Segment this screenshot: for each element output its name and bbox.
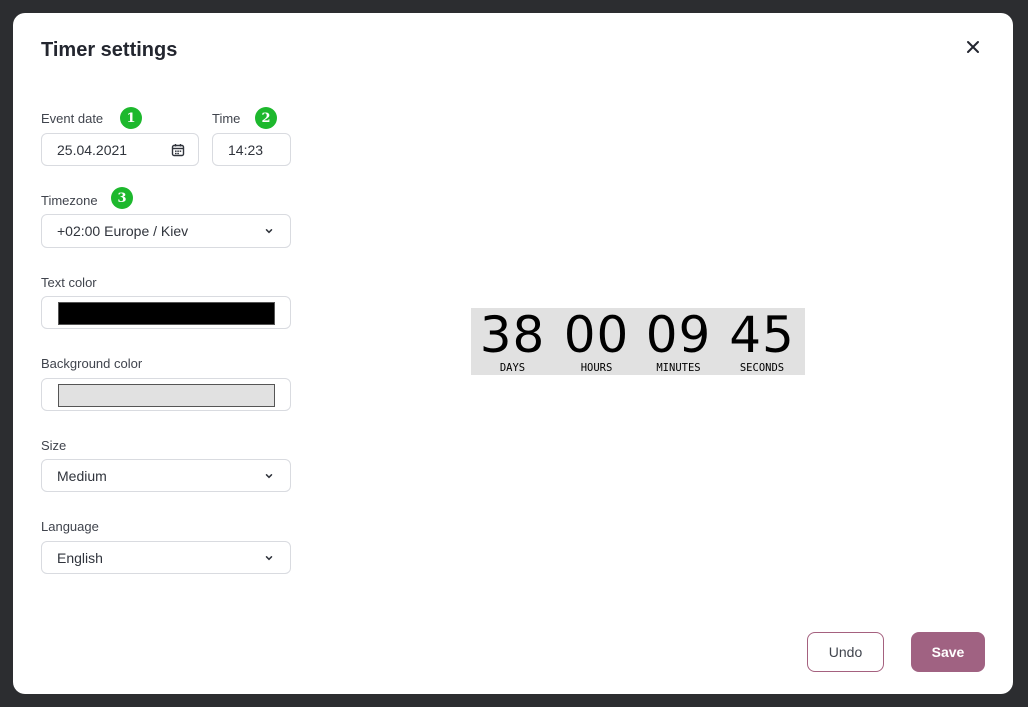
chevron-down-icon bbox=[265, 229, 273, 234]
timer-settings-modal: Timer settings Event date 1 25.04.2021 T… bbox=[13, 13, 1013, 694]
event-date-field[interactable]: 25.04.2021 bbox=[41, 133, 199, 166]
close-button[interactable] bbox=[963, 37, 983, 57]
timezone-label: Timezone bbox=[41, 193, 98, 208]
text-color-swatch bbox=[58, 302, 275, 325]
timezone-value: +02:00 Europe / Kiev bbox=[57, 223, 189, 239]
size-value: Medium bbox=[57, 467, 107, 484]
timezone-select[interactable]: +02:00 Europe / Kiev bbox=[41, 214, 291, 248]
background-color-label: Background color bbox=[41, 356, 143, 371]
time-value: 14:23 bbox=[228, 141, 264, 158]
timer-unit-hours: 00 HOURS bbox=[559, 308, 634, 374]
time-field[interactable]: 14:23 bbox=[212, 133, 291, 166]
step-badge-3: 3 bbox=[111, 187, 133, 209]
size-label: Size bbox=[41, 438, 67, 453]
size-select[interactable]: Medium bbox=[41, 459, 291, 492]
event-date-value: 25.04.2021 bbox=[57, 141, 128, 158]
language-value: English bbox=[57, 549, 103, 566]
modal-title: Timer settings bbox=[41, 39, 178, 61]
timer-days-value: 38 bbox=[479, 306, 546, 364]
timer-hours-value: 00 bbox=[563, 306, 630, 364]
timer-unit-seconds: 45 SECONDS bbox=[723, 308, 801, 374]
text-color-picker[interactable] bbox=[41, 296, 291, 329]
background-color-swatch bbox=[58, 384, 275, 407]
language-label: Language bbox=[41, 519, 99, 534]
timer-minutes-value: 09 bbox=[645, 306, 712, 364]
background-color-picker[interactable] bbox=[41, 378, 291, 411]
save-button[interactable]: Save bbox=[911, 632, 985, 672]
language-select[interactable]: English bbox=[41, 541, 291, 574]
step-badge-1: 1 bbox=[120, 107, 142, 129]
timer-preview: 38 DAYS 00 HOURS 09 MINUTES 45 SECONDS bbox=[471, 308, 805, 375]
timer-unit-minutes: 09 MINUTES bbox=[641, 308, 716, 374]
timer-seconds-value: 45 bbox=[729, 306, 795, 364]
chevron-down-icon bbox=[265, 555, 273, 560]
calendar-icon[interactable] bbox=[171, 143, 185, 157]
step-badge-2: 2 bbox=[255, 107, 277, 129]
time-label: Time bbox=[212, 111, 241, 126]
event-date-label: Event date bbox=[41, 111, 104, 126]
undo-button[interactable]: Undo bbox=[807, 632, 884, 672]
timer-unit-days: 38 DAYS bbox=[475, 308, 550, 374]
chevron-down-icon bbox=[265, 473, 273, 478]
close-icon bbox=[967, 41, 979, 53]
text-color-label: Text color bbox=[41, 275, 97, 290]
